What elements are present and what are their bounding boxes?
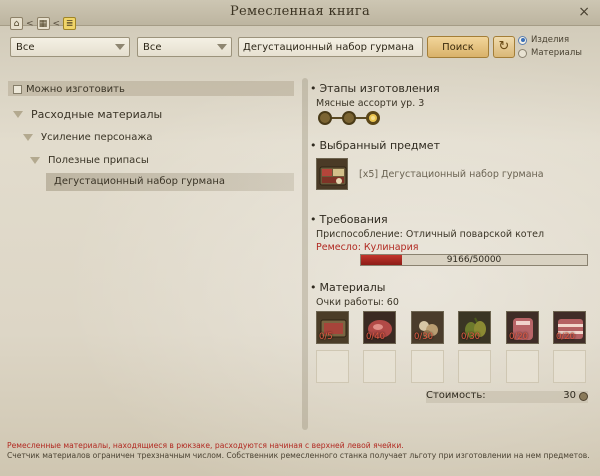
gourmet-set-icon[interactable] (316, 158, 348, 190)
stages-subtitle: Мясные ассорти ур. 3 (316, 98, 425, 109)
coin-icon (579, 392, 588, 401)
expand-triangle-icon[interactable] (23, 134, 33, 141)
radio-items[interactable]: Изделия (518, 34, 582, 46)
requirements-title: Требования (310, 213, 388, 226)
cost-label: Стоимость: (426, 390, 486, 401)
grid-view-icon[interactable]: ▦ (36, 17, 50, 30)
footer-notes: Ремесленные материалы, находящиеся в рюк… (7, 441, 597, 461)
back-arrow-icon[interactable]: < (26, 19, 34, 29)
recipe-tree-panel: Можно изготовить Расходные материалы Уси… (8, 78, 308, 430)
tree-item-consumables[interactable]: Расходные материалы (13, 108, 162, 121)
empty-material-slot (506, 350, 539, 383)
tree-item-label: Усиление персонажа (41, 132, 153, 143)
radio-items-button[interactable] (518, 35, 527, 45)
cost-row: Стоимость: 30 (426, 390, 588, 404)
close-icon[interactable]: × (578, 4, 590, 20)
tree-item-character-boost[interactable]: Усиление персонажа (23, 132, 152, 143)
home-icon[interactable]: ⌂ (10, 17, 23, 30)
radio-materials[interactable]: Материалы (518, 47, 582, 59)
material-slot-ham[interactable]: 0/20 (506, 311, 539, 344)
list-view-icon[interactable]: ≣ (63, 17, 77, 30)
search-input[interactable]: Дегустационный набор гурмана (238, 37, 423, 57)
material-slot-meat-tray[interactable]: 0/5 (316, 311, 349, 344)
search-button[interactable]: Поиск (427, 36, 489, 58)
cost-value: 30 (563, 390, 576, 401)
window-title: Ремесленная книга (229, 4, 370, 19)
radio-materials-button[interactable] (518, 48, 527, 58)
material-count: 0/30 (414, 332, 434, 342)
empty-material-slot (553, 350, 586, 383)
materials-title: Материалы (310, 281, 386, 294)
stage-dot-2[interactable] (342, 111, 356, 125)
stage-progress (318, 111, 380, 125)
empty-material-slot (316, 350, 349, 383)
radio-materials-label: Материалы (531, 48, 582, 58)
tree-item-label: Дегустационный набор гурмана (54, 176, 225, 187)
material-slot-raw-meat[interactable]: 0/40 (363, 311, 396, 344)
can-make-filter[interactable]: Можно изготовить (8, 81, 294, 96)
footer-note: Счетчик материалов ограничен трехзначным… (7, 451, 590, 460)
material-count: 0/20 (556, 332, 576, 342)
subcategory-select-value: Все (143, 42, 162, 53)
empty-material-slot (458, 350, 491, 383)
material-count: 0/40 (366, 332, 386, 342)
material-slot-bacon[interactable]: 0/20 (553, 311, 586, 344)
craft-progress-bar: 9166/50000 (360, 254, 588, 266)
tree-item-gourmet-set[interactable]: Дегустационный набор гурмана (54, 176, 225, 187)
material-slot-spice[interactable]: 0/30 (411, 311, 444, 344)
expand-triangle-icon[interactable] (13, 111, 23, 118)
chevron-down-icon (217, 44, 227, 50)
breadcrumb: ⌂ < ▦ < ≣ (10, 17, 77, 30)
selected-item-name: [x5] Дегустационный набор гурмана (359, 169, 544, 180)
subcategory-select[interactable]: Все (137, 37, 232, 57)
search-mode-radio-group: Изделия Материалы (518, 34, 582, 60)
work-points: Очки работы: 60 (316, 297, 399, 308)
tool-requirement: Приспособление: Отличный поварской котел (316, 229, 545, 240)
material-count: 0/20 (509, 332, 529, 342)
stage-dot-1[interactable] (318, 111, 332, 125)
can-make-label: Можно изготовить (26, 84, 125, 95)
craft-requirement: Ремесло: Кулинария (316, 242, 419, 253)
title-bar[interactable]: Ремесленная книга × (0, 0, 600, 26)
stage-dot-3[interactable] (366, 111, 380, 125)
radio-items-label: Изделия (531, 35, 570, 45)
category-select[interactable]: Все (10, 37, 130, 57)
tree-item-useful-supplies[interactable]: Полезные припасы (30, 155, 149, 166)
refresh-icon[interactable]: ↻ (493, 36, 515, 58)
material-slot-olive[interactable]: 0/30 (458, 311, 491, 344)
stages-title: Этапы изготовления (310, 82, 440, 95)
chevron-down-icon (115, 44, 125, 50)
tree-item-label: Полезные припасы (48, 155, 149, 166)
expand-triangle-icon[interactable] (30, 157, 40, 164)
tree-item-label: Расходные материалы (31, 108, 163, 121)
footer-warning: Ремесленные материалы, находящиеся в рюк… (7, 441, 404, 450)
back-arrow-icon[interactable]: < (53, 19, 61, 29)
material-count: 0/30 (461, 332, 481, 342)
recipe-details-panel: Этапы изготовления Мясные ассорти ур. 3 … (310, 82, 592, 412)
category-select-value: Все (16, 42, 35, 53)
empty-material-slot (363, 350, 396, 383)
tree-scrollbar[interactable] (302, 78, 308, 430)
empty-material-slot (411, 350, 444, 383)
craft-progress-text: 9166/50000 (446, 255, 502, 265)
crafting-book-window: Ремесленная книга × ⌂ < ▦ < ≣ Все Все Де… (0, 0, 600, 476)
material-count: 0/5 (319, 332, 333, 342)
selected-item-title: Выбранный предмет (310, 139, 440, 152)
can-make-checkbox[interactable] (13, 85, 22, 94)
